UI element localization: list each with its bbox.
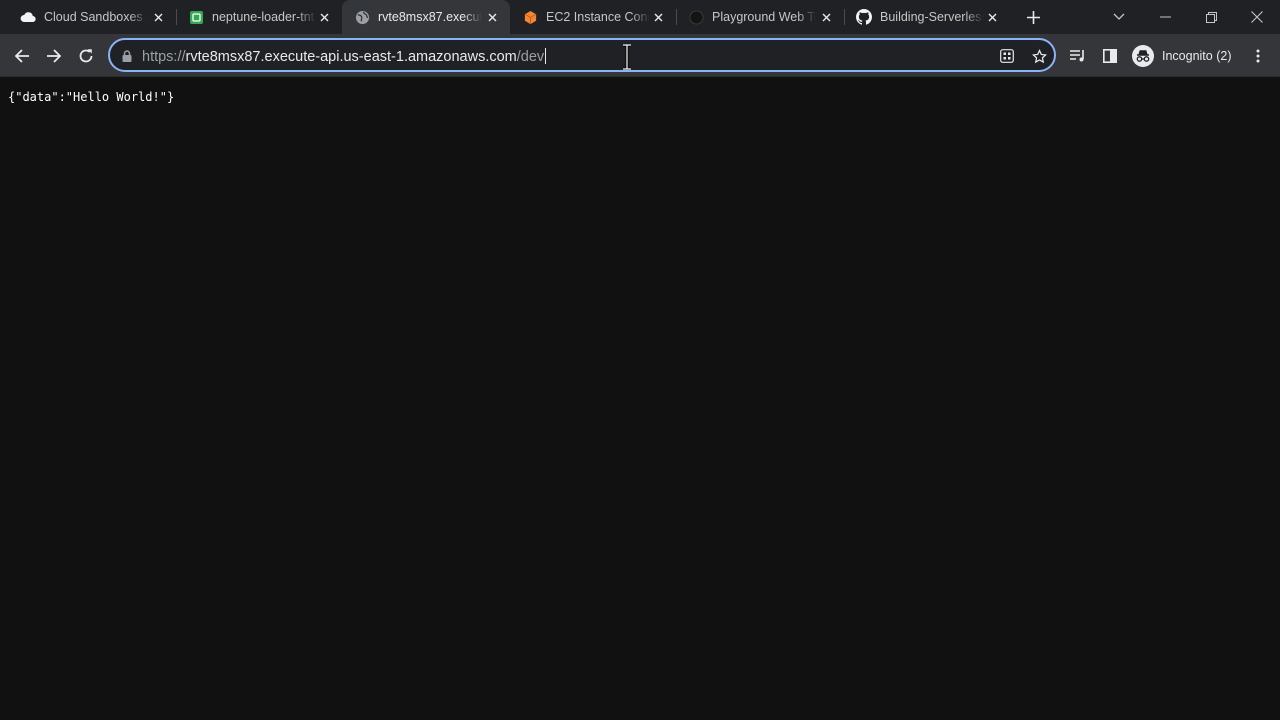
reload-button[interactable] — [72, 42, 100, 70]
aws-box-icon — [522, 9, 538, 25]
tab-title: Building-Serverless — [880, 10, 984, 24]
close-tab-icon[interactable] — [984, 9, 1000, 25]
bookmark-button[interactable] — [1028, 45, 1050, 67]
lock-icon[interactable] — [120, 49, 134, 63]
tab-title: EC2 Instance Conne — [546, 10, 650, 24]
close-icon — [1251, 11, 1263, 23]
arrow-right-icon — [47, 49, 62, 63]
playlist-icon — [1070, 50, 1084, 62]
globe-icon — [354, 9, 370, 25]
tab-search-button[interactable] — [1096, 0, 1142, 34]
install-app-button[interactable] — [996, 45, 1018, 67]
tab-strip: Cloud Sandboxes - neptune-loader-tnt rvt… — [0, 0, 1280, 34]
playground-icon — [688, 9, 704, 25]
close-window-button[interactable] — [1234, 0, 1280, 34]
text-cursor-icon — [623, 44, 631, 70]
json-response-text: {"data":"Hello World!"} — [8, 90, 175, 104]
tab-title: Cloud Sandboxes - — [44, 10, 148, 24]
new-tab-button[interactable] — [1022, 6, 1044, 28]
app-grid-icon — [1000, 49, 1014, 63]
minimize-button[interactable] — [1142, 0, 1188, 34]
side-panel-icon — [1103, 49, 1117, 63]
cloud-icon — [20, 9, 36, 25]
browser-toolbar: https://rvte8msx87.execute-api.us-east-1… — [0, 34, 1280, 77]
tab-execute-api[interactable]: rvte8msx87.execute — [342, 0, 510, 34]
tab-ec2-instance-connect[interactable]: EC2 Instance Conne — [510, 0, 676, 34]
url-text[interactable]: https://rvte8msx87.execute-api.us-east-1… — [142, 48, 547, 65]
url-path: /dev — [516, 49, 545, 65]
kebab-menu-icon — [1256, 49, 1260, 63]
chrome-menu-button[interactable] — [1244, 42, 1272, 70]
document-icon — [188, 9, 204, 25]
text-caret — [545, 48, 547, 64]
tab-playground-web[interactable]: Playground Web Te — [676, 0, 844, 34]
minimize-icon — [1159, 16, 1171, 18]
side-panel-button[interactable] — [1096, 42, 1124, 70]
reload-icon — [79, 49, 93, 63]
github-icon — [856, 9, 872, 25]
chevron-down-icon — [1113, 13, 1125, 20]
incognito-icon — [1132, 45, 1154, 67]
address-bar[interactable]: https://rvte8msx87.execute-api.us-east-1… — [108, 38, 1056, 72]
tab-title: neptune-loader-tnt — [212, 10, 315, 24]
close-tab-icon[interactable] — [818, 9, 834, 25]
tab-neptune-loader[interactable]: neptune-loader-tnt — [176, 0, 342, 34]
restore-icon — [1205, 11, 1217, 23]
url-host: rvte8msx87.execute-api.us-east-1.amazona… — [185, 49, 517, 65]
arrow-left-icon — [14, 49, 29, 63]
forward-button[interactable] — [40, 42, 68, 70]
tab-building-serverless[interactable]: Building-Serverless — [844, 0, 1010, 34]
plus-icon — [1026, 10, 1040, 24]
close-tab-icon[interactable] — [316, 9, 332, 25]
close-tab-icon[interactable] — [150, 9, 166, 25]
tab-cloud-sandboxes[interactable]: Cloud Sandboxes - — [8, 0, 176, 34]
incognito-profile-button[interactable]: Incognito (2) — [1128, 42, 1239, 70]
close-tab-icon[interactable] — [484, 9, 500, 25]
close-tab-icon[interactable] — [650, 9, 666, 25]
back-button[interactable] — [8, 42, 36, 70]
star-icon — [1031, 48, 1047, 63]
restore-button[interactable] — [1188, 0, 1234, 34]
url-scheme: https:// — [142, 49, 186, 65]
page-content: {"data":"Hello World!"} — [0, 77, 1280, 720]
tab-title: rvte8msx87.execute — [378, 10, 482, 24]
tab-title: Playground Web Te — [712, 10, 816, 24]
profile-label: Incognito (2) — [1162, 49, 1232, 63]
media-controls-button[interactable] — [1064, 42, 1092, 70]
